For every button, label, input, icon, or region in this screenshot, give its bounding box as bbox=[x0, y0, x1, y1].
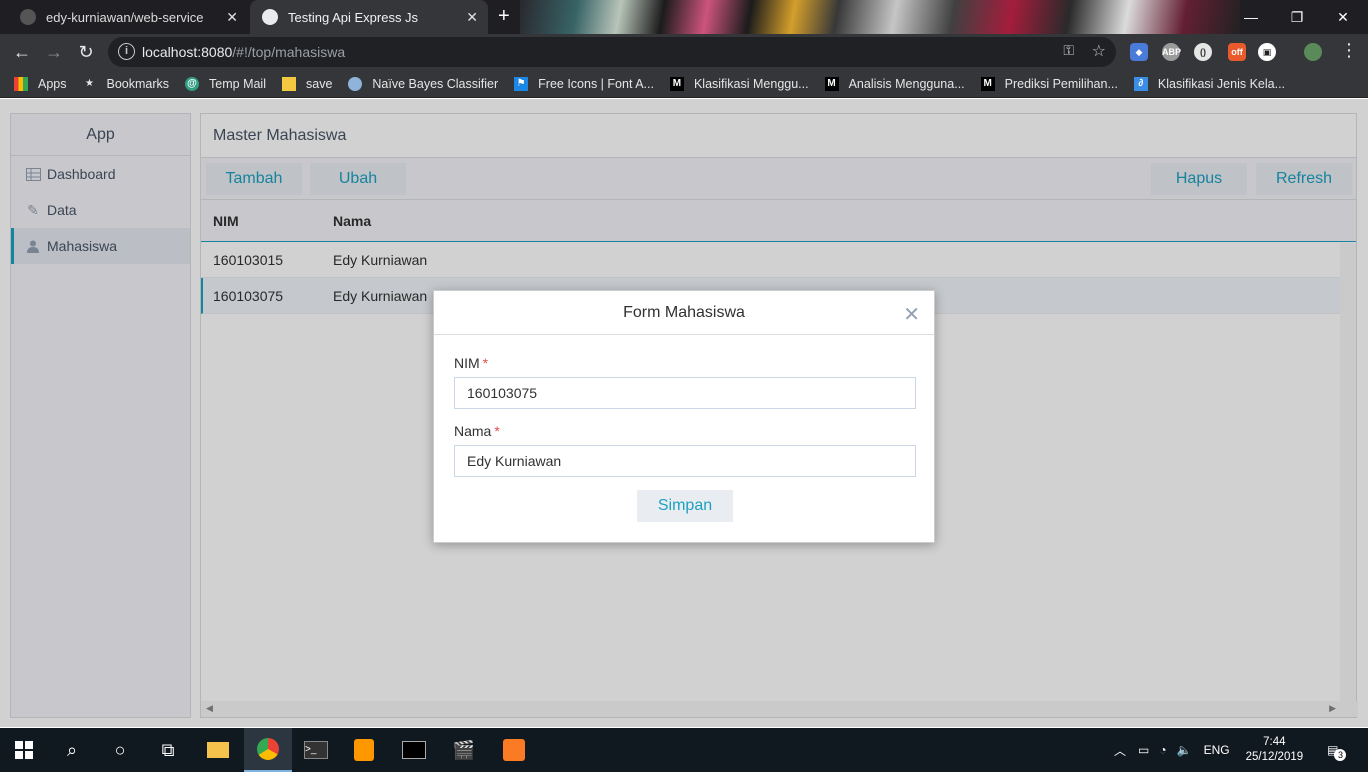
window-close-button[interactable]: ✕ bbox=[1320, 0, 1366, 34]
extension-off-icon[interactable]: off bbox=[1228, 43, 1246, 61]
browser-theme-artwork bbox=[520, 0, 1240, 34]
tab-title: edy-kurniawan/web-service bbox=[46, 9, 204, 25]
flag-icon: ⚑ bbox=[514, 76, 529, 91]
notification-count: 3 bbox=[1334, 749, 1347, 761]
apps-grid-icon bbox=[14, 76, 28, 91]
terminal-icon[interactable]: >_ bbox=[292, 728, 340, 772]
clock-date: 25/12/2019 bbox=[1245, 751, 1304, 763]
close-icon[interactable]: ✕ bbox=[226, 9, 238, 26]
clock-time: 7:44 bbox=[1263, 736, 1286, 748]
video-editor-icon[interactable]: 🎬 bbox=[440, 728, 488, 772]
close-icon[interactable]: ✕ bbox=[466, 9, 478, 26]
document-icon: ∂ bbox=[1133, 76, 1148, 91]
info-icon[interactable]: i bbox=[118, 43, 135, 60]
bookmarks-bar: Apps ★ Bookmarks @ Temp Mail save Naïve … bbox=[0, 70, 1368, 98]
tab-web-service[interactable]: edy-kurniawan/web-service ✕ bbox=[8, 0, 248, 34]
sublime-text-icon[interactable] bbox=[340, 728, 388, 772]
cube-icon[interactable]: ▣ bbox=[1258, 43, 1276, 61]
system-tray: ︿ ▭ ◔ 🔈 ENG 7:44 25/12/2019 ▤ 3 bbox=[1114, 728, 1347, 772]
nama-label: Nama * bbox=[454, 423, 500, 439]
new-tab-button[interactable]: + bbox=[498, 5, 510, 28]
cortana-icon[interactable]: ○ bbox=[96, 728, 144, 772]
globe-icon bbox=[348, 76, 363, 91]
bookmark-naive-bayes[interactable]: Naïve Bayes Classifier bbox=[348, 76, 498, 91]
bookmark-save[interactable]: save bbox=[282, 76, 332, 91]
close-icon[interactable]: ✕ bbox=[903, 302, 920, 327]
notification-icon[interactable]: ▤ 3 bbox=[1327, 743, 1347, 761]
star-icon: ★ bbox=[85, 78, 94, 89]
globe-icon bbox=[262, 9, 278, 25]
menu-icon[interactable]: ⋮ bbox=[1340, 40, 1358, 61]
medium-icon: M bbox=[980, 76, 995, 91]
folder-icon bbox=[282, 76, 296, 91]
bookmark-bookmarks[interactable]: ★ Bookmarks bbox=[83, 77, 169, 91]
minimize-button[interactable]: — bbox=[1228, 0, 1274, 34]
avatar[interactable] bbox=[1304, 43, 1322, 61]
browser-tab-strip: edy-kurniawan/web-service ✕ Testing Api … bbox=[0, 0, 1368, 34]
windows-start-icon[interactable] bbox=[0, 728, 48, 772]
search-icon[interactable]: ⌕ bbox=[48, 728, 96, 772]
medium-icon: M bbox=[669, 76, 684, 91]
form-mahasiswa-dialog: Form Mahasiswa ✕ NIM * 160103075 Nama * Ed… bbox=[433, 290, 935, 543]
wifi-icon[interactable]: ◔ bbox=[1159, 743, 1166, 757]
address-bar[interactable]: i localhost:8080/#!/top/mahasiswa ⚿ ☆ bbox=[108, 37, 1116, 67]
bookmark-analisis[interactable]: M Analisis Mengguna... bbox=[824, 76, 965, 91]
tab-testing-api[interactable]: Testing Api Express Js ✕ bbox=[250, 0, 488, 34]
restore-button[interactable]: ❐ bbox=[1274, 0, 1320, 34]
chrome-icon[interactable] bbox=[244, 728, 292, 772]
save-button[interactable]: Simpan bbox=[637, 490, 733, 522]
medium-icon: M bbox=[824, 76, 839, 91]
cmd-icon[interactable] bbox=[390, 728, 438, 772]
bookmark-font-awesome[interactable]: ⚑ Free Icons | Font A... bbox=[514, 76, 654, 91]
reload-icon[interactable]: ↻ bbox=[74, 40, 98, 64]
nama-field[interactable]: Edy Kurniawan bbox=[454, 445, 916, 477]
bookmark-klasifikasi-jenis[interactable]: ∂ Klasifikasi Jenis Kela... bbox=[1133, 76, 1285, 91]
chevron-up-icon[interactable]: ︿ bbox=[1114, 742, 1126, 759]
extension-icon[interactable]: () bbox=[1194, 43, 1212, 61]
browser-toolbar: ← → ↻ i localhost:8080/#!/top/mahasiswa … bbox=[0, 34, 1368, 70]
volume-icon[interactable]: 🔈 bbox=[1177, 743, 1192, 757]
tab-title: Testing Api Express Js bbox=[288, 9, 419, 25]
key-icon[interactable]: ⚿ bbox=[1063, 42, 1074, 59]
dialog-title: Form Mahasiswa bbox=[623, 303, 745, 321]
bookmark-prediksi[interactable]: M Prediksi Pemilihan... bbox=[980, 76, 1118, 91]
task-view-icon[interactable]: ⧉ bbox=[144, 728, 192, 772]
windows-taskbar: ⌕ ○ ⧉ >_ 🎬 ︿ ▭ ◔ 🔈 ENG 7:44 25/12/2019 ▤… bbox=[0, 728, 1368, 772]
clock[interactable]: 7:44 25/12/2019 bbox=[1246, 735, 1304, 765]
extension-icon[interactable]: ◆ bbox=[1130, 43, 1148, 61]
nim-field[interactable]: 160103075 bbox=[454, 377, 916, 409]
github-icon bbox=[20, 9, 36, 25]
file-explorer-icon[interactable] bbox=[194, 728, 242, 772]
dialog-header: Form Mahasiswa ✕ bbox=[434, 291, 934, 335]
language-indicator[interactable]: ENG bbox=[1204, 743, 1230, 757]
back-arrow-icon[interactable]: ← bbox=[10, 40, 34, 64]
required-mark: * bbox=[494, 423, 500, 439]
bookmark-klasifikasi[interactable]: M Klasifikasi Menggu... bbox=[669, 76, 809, 91]
adblock-icon[interactable]: ABP bbox=[1162, 43, 1181, 61]
required-mark: * bbox=[482, 355, 489, 371]
battery-icon[interactable]: ▭ bbox=[1138, 743, 1149, 757]
bookmark-apps[interactable]: Apps bbox=[14, 76, 67, 91]
star-icon[interactable]: ☆ bbox=[1092, 41, 1106, 61]
url-text[interactable]: localhost:8080/#!/top/mahasiswa bbox=[142, 44, 345, 60]
xampp-icon[interactable] bbox=[490, 728, 538, 772]
temp-mail-icon: @ bbox=[185, 76, 200, 91]
forward-arrow-icon[interactable]: → bbox=[42, 40, 66, 64]
nim-label: NIM * bbox=[454, 355, 489, 371]
bookmark-temp-mail[interactable]: @ Temp Mail bbox=[185, 76, 266, 91]
